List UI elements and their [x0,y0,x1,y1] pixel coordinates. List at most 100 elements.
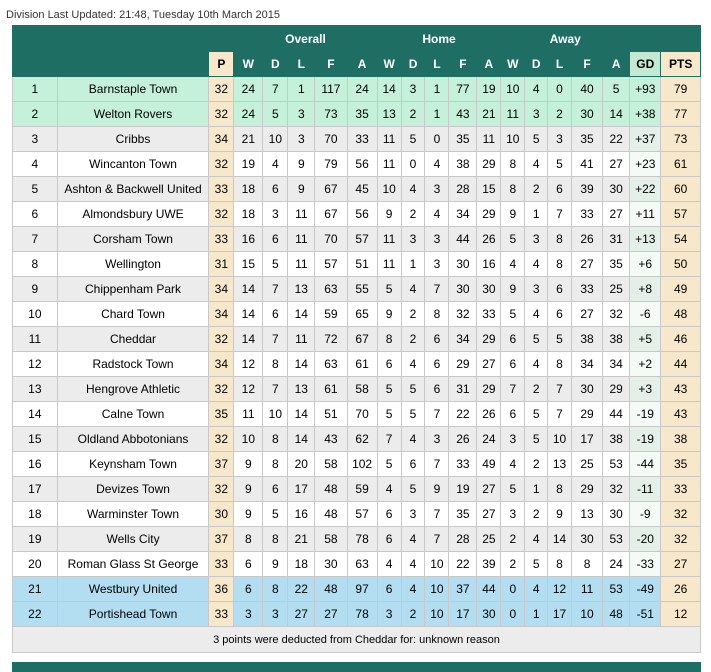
overall-for-cell: 70 [314,226,348,252]
away-lost-cell: 5 [547,151,572,177]
overall-drawn-cell: 8 [262,426,289,452]
overall-against-cell: 97 [346,576,378,602]
away-for-cell: 30 [570,526,604,552]
home-lost-cell: 4 [424,151,450,177]
home-drawn-cell: 3 [400,76,426,102]
away-against-cell: 53 [602,526,631,552]
points-cell: 35 [660,451,701,477]
home-lost-cell: 10 [424,551,450,577]
home-drawn-cell: 5 [400,476,426,502]
overall-won-cell: 6 [233,576,264,602]
overall-lost-cell: 21 [287,526,316,552]
away-won-cell: 11 [500,101,526,127]
away-won-cell: 4 [500,251,526,277]
home-against-cell: 44 [476,576,502,602]
table-row: 20 Roman Glass St George 33 6 9 18 30 63 4 4 10 22 3… [12,551,701,577]
points-cell: 77 [660,101,701,127]
played-cell: 34 [208,301,235,327]
team-name-cell: Almondsbury UWE [56,201,210,227]
away-against-cell: 29 [602,376,631,402]
overall-won-cell: 15 [233,251,264,277]
overall-group-header: Overall [233,25,378,52]
away-drawn-cell: 2 [524,376,549,402]
overall-drawn-cell: 6 [262,226,289,252]
away-lost-cell: 6 [547,301,572,327]
overall-lost-cell: 11 [287,226,316,252]
position-cell: 7 [12,226,58,252]
home-for-cell: 37 [448,576,478,602]
away-won-cell: 6 [500,401,526,427]
team-name-cell: Barnstaple Town [56,76,210,102]
away-for-cell: 29 [570,401,604,427]
home-against-cell: 21 [476,101,502,127]
goal-difference-cell: +37 [629,126,662,152]
table-row: 17 Devizes Town 32 9 6 17 48 59 4 5 9 19 27 5 1 8 29 32 -1… [12,476,701,502]
overall-for-cell: 51 [314,401,348,427]
col-away-won: W [500,51,526,77]
overall-lost-cell: 14 [287,351,316,377]
away-for-cell: 10 [570,601,604,627]
home-drawn-cell: 2 [400,201,426,227]
home-won-cell: 9 [376,301,402,327]
points-cell: 46 [660,326,701,352]
away-group-header: Away [500,25,631,52]
away-won-cell: 6 [500,326,526,352]
team-name-cell: Cheddar [56,326,210,352]
away-lost-cell: 10 [547,426,572,452]
team-name-cell: Corsham Town [56,226,210,252]
overall-lost-cell: 27 [287,601,316,627]
played-cell: 34 [208,276,235,302]
home-drawn-cell: 5 [400,401,426,427]
played-cell: 32 [208,101,235,127]
goal-difference-cell: +23 [629,151,662,177]
footer-bar [12,662,701,672]
away-against-cell: 27 [602,151,631,177]
position-cell: 15 [12,426,58,452]
overall-won-cell: 12 [233,376,264,402]
overall-against-cell: 57 [346,226,378,252]
points-cell: 43 [660,376,701,402]
overall-for-cell: 63 [314,351,348,377]
away-drawn-cell: 4 [524,76,549,102]
home-against-cell: 11 [476,126,502,152]
overall-for-cell: 61 [314,376,348,402]
away-lost-cell: 3 [547,126,572,152]
home-won-cell: 6 [376,526,402,552]
overall-for-cell: 72 [314,326,348,352]
away-lost-cell: 8 [547,351,572,377]
team-name-cell: Wellington [56,251,210,277]
away-lost-cell: 0 [547,76,572,102]
overall-for-cell: 58 [314,451,348,477]
overall-drawn-cell: 4 [262,151,289,177]
overall-lost-cell: 1 [287,76,316,102]
home-lost-cell: 10 [424,601,450,627]
home-drawn-cell: 4 [400,276,426,302]
away-lost-cell: 8 [547,476,572,502]
away-against-cell: 48 [602,601,631,627]
home-group-header: Home [376,25,502,52]
home-for-cell: 43 [448,101,478,127]
overall-drawn-cell: 7 [262,276,289,302]
position-cell: 16 [12,451,58,477]
overall-for-cell: 79 [314,151,348,177]
away-lost-cell: 7 [547,376,572,402]
overall-lost-cell: 9 [287,151,316,177]
overall-lost-cell: 11 [287,251,316,277]
away-won-cell: 6 [500,351,526,377]
away-drawn-cell: 1 [524,601,549,627]
away-lost-cell: 8 [547,251,572,277]
overall-against-cell: 56 [346,201,378,227]
away-won-cell: 3 [500,501,526,527]
overall-against-cell: 78 [346,526,378,552]
standings-body: 1 Barnstaple Town 32 24 7 1 117 24 14 3 1 77 19 10 4 0 4… [12,76,701,627]
overall-lost-cell: 16 [287,501,316,527]
home-lost-cell: 9 [424,476,450,502]
col-away-for: F [570,51,604,77]
overall-won-cell: 16 [233,226,264,252]
overall-for-cell: 48 [314,501,348,527]
home-lost-cell: 7 [424,451,450,477]
overall-drawn-cell: 8 [262,351,289,377]
goal-difference-cell: +13 [629,226,662,252]
away-won-cell: 3 [500,426,526,452]
overall-won-cell: 6 [233,551,264,577]
